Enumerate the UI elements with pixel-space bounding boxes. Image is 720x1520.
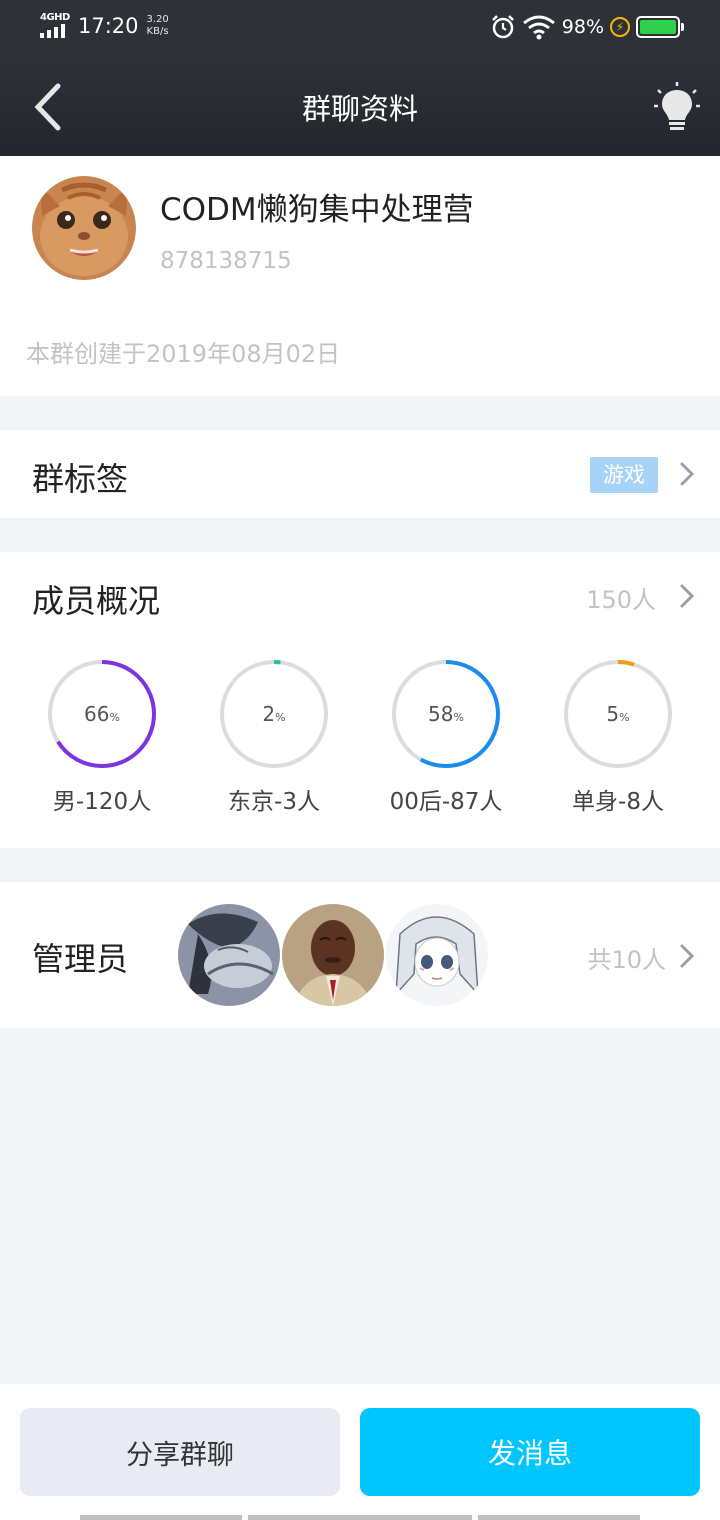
- admin-label: 管理员: [32, 940, 129, 978]
- lightbulb-icon: [654, 82, 700, 130]
- nav-indicator: [248, 1515, 472, 1520]
- nav-indicator: [80, 1515, 242, 1520]
- alarm-icon: [491, 15, 514, 39]
- group-created-date: 本群创建于2019年08月02日: [26, 340, 341, 368]
- stat-percent: 2: [262, 702, 276, 726]
- group-tag-row[interactable]: 群标签 游戏: [0, 430, 720, 518]
- chevron-right-icon: [680, 462, 694, 486]
- signal-icon: 4GHD: [40, 12, 70, 40]
- stat-percent: 5: [606, 702, 620, 726]
- group-tag-label: 群标签: [32, 460, 129, 498]
- admin-count: 共10人: [587, 946, 666, 974]
- charging-icon: ⚡: [610, 17, 630, 37]
- page-title: 群聊资料: [301, 92, 418, 126]
- admin-avatar[interactable]: [386, 904, 488, 1006]
- member-count: 150人: [586, 586, 656, 614]
- stat-percent: 66: [84, 702, 110, 726]
- admin-row[interactable]: 管理员 共10人: [0, 882, 720, 1028]
- battery-icon: [636, 16, 684, 38]
- progress-ring: 66%: [46, 658, 158, 770]
- progress-ring: 5%: [562, 658, 674, 770]
- send-message-button[interactable]: 发消息: [360, 1408, 700, 1496]
- status-time: 17:20: [78, 14, 139, 38]
- battery-percentage: 98%: [561, 16, 604, 38]
- wifi-icon: [522, 15, 555, 40]
- tag-badge: 游戏: [590, 457, 658, 493]
- stat-label: 00后-87人: [389, 789, 503, 815]
- network-speed: 3.20 KB/s: [146, 14, 169, 37]
- stat-label: 男-120人: [52, 789, 152, 815]
- progress-ring: 58%: [390, 658, 502, 770]
- stat-gender[interactable]: 66% 男-120人: [32, 658, 172, 816]
- member-overview-section: 成员概况 150人 66% 男-120人 2% 东京-3人 58% 00后-87…: [0, 552, 720, 848]
- stat-age[interactable]: 58% 00后-87人: [376, 658, 516, 816]
- chevron-right-icon: [680, 944, 694, 968]
- group-id: 878138715: [160, 248, 292, 274]
- lightbulb-button[interactable]: [652, 80, 702, 134]
- bottom-action-bar: 分享群聊 发消息: [0, 1384, 720, 1520]
- progress-ring: 2%: [218, 658, 330, 770]
- network-type: 4GHD: [40, 12, 70, 23]
- group-name: CODM懒狗集中处理营: [160, 192, 474, 228]
- stat-single[interactable]: 5% 单身-8人: [548, 658, 688, 816]
- status-bar: 4GHD 17:20 3.20 KB/s 98% ⚡: [0, 0, 720, 56]
- chevron-right-icon[interactable]: [680, 584, 694, 608]
- share-group-button[interactable]: 分享群聊: [20, 1408, 340, 1496]
- stat-label: 单身-8人: [572, 789, 664, 815]
- nav-indicator: [478, 1515, 640, 1520]
- stat-label: 东京-3人: [228, 789, 320, 815]
- admin-avatar[interactable]: [178, 904, 280, 1006]
- group-avatar[interactable]: [32, 176, 136, 280]
- member-overview-label: 成员概况: [32, 582, 161, 620]
- admin-avatar[interactable]: [282, 904, 384, 1006]
- title-bar: 群聊资料: [0, 56, 720, 156]
- stat-location[interactable]: 2% 东京-3人: [204, 658, 344, 816]
- group-info-section: CODM懒狗集中处理营 878138715 本群创建于2019年08月02日: [0, 156, 720, 396]
- stat-percent: 58: [428, 702, 454, 726]
